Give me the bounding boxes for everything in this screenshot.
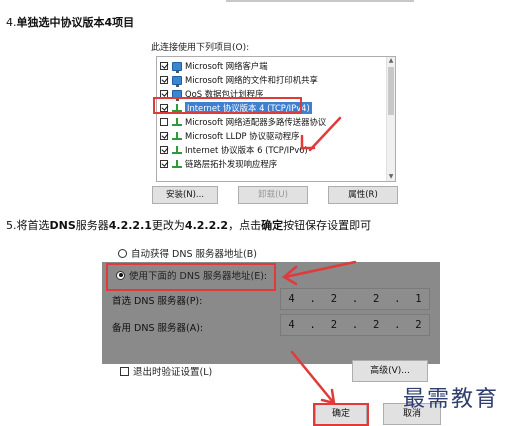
scroll-up-icon[interactable]: ▲	[388, 57, 394, 65]
protocol-icon	[172, 118, 182, 126]
item-checkbox[interactable]	[160, 62, 168, 70]
item-checkbox[interactable]	[160, 76, 168, 84]
validate-settings-option[interactable]: 退出时验证设置(L)	[120, 364, 212, 378]
item-label: Microsoft 网络的文件和打印机共享	[185, 75, 318, 85]
step-5-text: ，点击	[228, 219, 262, 232]
ipv4-highlight-box	[153, 97, 302, 114]
ip-dot: .	[394, 293, 401, 305]
items-list-label: 此连接使用下列项目(O):	[151, 43, 250, 53]
ip-octet: 1	[415, 293, 422, 305]
step-5-bold: 确定	[261, 219, 284, 232]
step-5-text: 按钮保存设置即可	[283, 219, 372, 232]
ip-dot: .	[309, 319, 316, 331]
dns-settings-panel: 自动获得 DNS 服务器地址(B) 使用下面的 DNS 服务器地址(E): 首选…	[102, 240, 442, 426]
step-4-text: 单独选中协议版本4项目	[16, 16, 135, 29]
watermark: 最需教育	[403, 387, 500, 412]
alternate-dns-input[interactable]: 4. 2. 2. 2	[280, 314, 430, 336]
ip-octet: 4	[288, 319, 295, 331]
ip-octet: 2	[330, 293, 338, 305]
advanced-button[interactable]: 高级(V)...	[352, 360, 428, 382]
list-item[interactable]: Microsoft LLDP 协议驱动程序	[160, 130, 300, 142]
step-5-bold: 4.2.2.2	[184, 219, 229, 232]
item-label: Internet 协议版本 6 (TCP/IPv6)	[185, 145, 308, 155]
step-4-number: 4.	[6, 16, 17, 29]
step-5-instruction: 5.将首选DNS服务器4.2.2.1更改为4.2.2.2，点击确定按钮保存设置即…	[6, 217, 371, 233]
step-5-text: 更改为	[151, 219, 185, 232]
step-5-text: 服务器	[75, 219, 109, 232]
ip-octet: 4	[288, 293, 295, 305]
alternate-dns-label: 备用 DNS 服务器(A):	[112, 323, 204, 334]
ip-octet: 2	[372, 293, 380, 305]
step-5-bold: DNS	[49, 219, 76, 232]
step-5-text: 5.将首选	[6, 219, 50, 232]
item-label: Microsoft LLDP 协议驱动程序	[185, 131, 300, 141]
scroll-thumb[interactable]	[388, 67, 394, 115]
top-divider	[226, 0, 414, 2]
ip-dot: .	[351, 319, 359, 331]
validate-checkbox[interactable]	[120, 366, 129, 376]
ip-dot: .	[351, 293, 359, 305]
list-scrollbar[interactable]: ▲ ▼	[386, 57, 395, 181]
item-checkbox[interactable]	[160, 132, 168, 140]
ok-highlight-box	[313, 403, 369, 426]
ip-dot: .	[309, 293, 316, 305]
list-item[interactable]: Microsoft 网络的文件和打印机共享	[160, 74, 318, 87]
item-checkbox[interactable]	[160, 118, 168, 126]
ip-octet: 2	[415, 319, 422, 331]
scroll-down-icon[interactable]: ▼	[388, 173, 394, 181]
properties-button[interactable]: 属性(R)	[328, 186, 398, 204]
network-client-icon	[172, 61, 182, 73]
auto-dns-option[interactable]: 自动获得 DNS 服务器地址(B)	[118, 246, 257, 260]
list-item[interactable]: Microsoft 网络客户端	[160, 60, 268, 73]
ip-octet: 2	[330, 319, 338, 331]
step-5-bold: 4.2.2.1	[108, 219, 152, 232]
network-items-list[interactable]: Microsoft 网络客户端 Microsoft 网络的文件和打印机共享 Qo…	[156, 56, 396, 182]
preferred-dns-label: 首选 DNS 服务器(P):	[112, 296, 203, 307]
uninstall-button[interactable]: 卸载(U)	[238, 186, 308, 204]
step-4-instruction: 4.单独选中协议版本4项目	[6, 14, 134, 30]
preferred-dns-input[interactable]: 4. 2. 2. 1	[280, 288, 430, 310]
protocol-icon	[172, 146, 182, 154]
item-label: 链路层拓扑发现响应程序	[185, 159, 278, 169]
item-checkbox[interactable]	[160, 146, 168, 154]
manual-dns-highlight-box	[106, 263, 276, 291]
list-item[interactable]: Internet 协议版本 6 (TCP/IPv6)	[160, 144, 308, 156]
item-label: Microsoft 网络客户端	[185, 61, 268, 71]
list-item[interactable]: Microsoft 网络适配器多路传送器协议	[160, 116, 326, 128]
list-item[interactable]: 链路层拓扑发现响应程序	[160, 158, 277, 170]
protocol-icon	[172, 132, 182, 140]
item-checkbox[interactable]	[160, 160, 168, 168]
ip-octet: 2	[372, 319, 380, 331]
ip-dot: .	[394, 319, 401, 331]
validate-label: 退出时验证设置(L)	[133, 367, 213, 378]
auto-dns-radio[interactable]	[118, 248, 127, 258]
network-items-panel: 此连接使用下列项目(O): Microsoft 网络客户端 Microsoft …	[150, 36, 400, 208]
item-label: Microsoft 网络适配器多路传送器协议	[185, 117, 327, 127]
install-button[interactable]: 安装(N)...	[152, 186, 218, 204]
protocol-icon	[172, 160, 182, 168]
file-printer-sharing-icon	[172, 75, 182, 87]
auto-dns-label: 自动获得 DNS 服务器地址(B)	[131, 249, 257, 260]
